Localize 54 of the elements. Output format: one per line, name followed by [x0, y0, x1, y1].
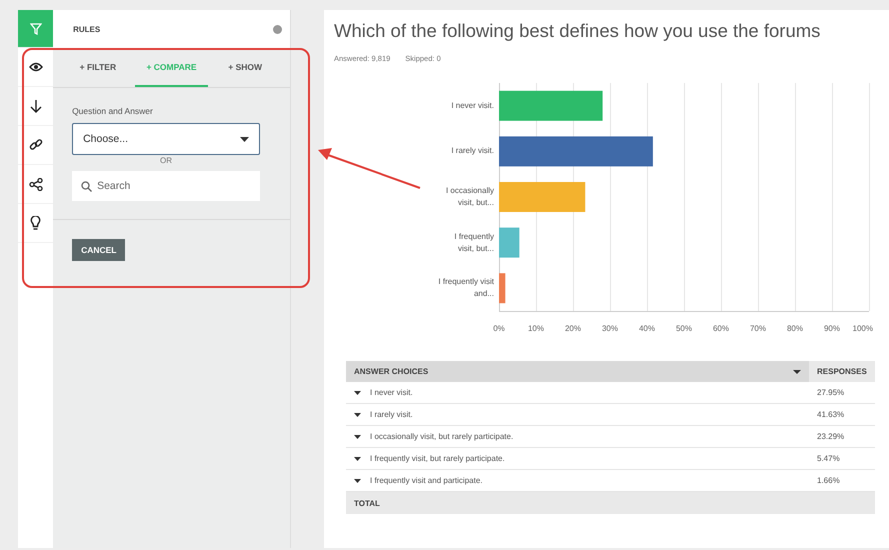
filter-icon: [30, 22, 42, 34]
down-arrow-icon: [30, 99, 42, 113]
table-cell: 41.63%: [809, 404, 875, 426]
bar-label: I rarely visit.: [450, 145, 494, 158]
share-icon: [28, 178, 43, 190]
expand-caret-icon[interactable]: [354, 456, 361, 460]
total-cell: TOTAL: [346, 492, 809, 514]
expand-caret-icon[interactable]: [354, 412, 361, 416]
expand-caret-icon[interactable]: [354, 434, 361, 438]
question-dropdown[interactable]: Choose...: [72, 123, 260, 155]
caret-icon: [793, 370, 801, 374]
tick-label: 30%: [602, 324, 618, 333]
panel-tab[interactable]: + SHOW: [208, 48, 282, 87]
help-icon[interactable]: [273, 24, 282, 34]
tick-label: 80%: [787, 324, 803, 333]
tick-label: 0%: [493, 324, 505, 333]
table-cell: 5.47%: [809, 448, 875, 470]
field-label: Question and Answer: [72, 106, 154, 116]
answer-text: I frequently visit and participate.: [370, 476, 483, 485]
separator-text: OR: [160, 156, 172, 165]
answer-text: I never visit.: [370, 388, 413, 397]
question-title: Which of the following best defines how you use the forums: [334, 20, 822, 42]
tick-label: 90%: [824, 324, 840, 333]
search-icon: [81, 181, 92, 192]
answer-text: I frequently visit, but rarely participate.: [370, 454, 505, 463]
lightbulb-icon: [30, 216, 42, 230]
link-icon: [28, 138, 43, 152]
bar-label: I frequently visit, but...: [453, 230, 494, 255]
table-cell: 23.29%: [809, 426, 875, 448]
bar-label: I occasionally visit, but...: [444, 184, 494, 209]
tick-label: 20%: [565, 324, 581, 333]
column-header[interactable]: ANSWER CHOICES: [346, 361, 809, 382]
expand-caret-icon[interactable]: [354, 478, 361, 482]
bar-label: I frequently visit and...: [438, 276, 494, 300]
panel-tab[interactable]: + FILTER: [61, 48, 135, 87]
bar-label: I never visit.: [450, 100, 494, 112]
column-header: RESPONSES: [809, 361, 875, 382]
tick-label: 100%: [852, 324, 873, 333]
tick-label: 60%: [713, 324, 729, 333]
answer-text: I rarely visit.: [370, 410, 413, 419]
search-field[interactable]: Search: [72, 171, 260, 201]
bar: [499, 228, 520, 258]
tick-label: 10%: [528, 324, 544, 333]
bar: [499, 273, 506, 304]
caret-icon: [240, 136, 249, 142]
answer-text: I occasionally visit, but rarely participate.: [370, 432, 514, 441]
cancel-button[interactable]: CANCEL: [72, 239, 126, 261]
expand-caret-icon[interactable]: [354, 390, 361, 394]
tick-label: 40%: [639, 324, 655, 333]
tick-label: 50%: [676, 324, 692, 333]
panel-title: RULES: [73, 24, 100, 34]
eye-icon: [28, 62, 43, 72]
table-cell: 27.95%: [809, 382, 875, 404]
tick-label: 70%: [750, 324, 766, 333]
